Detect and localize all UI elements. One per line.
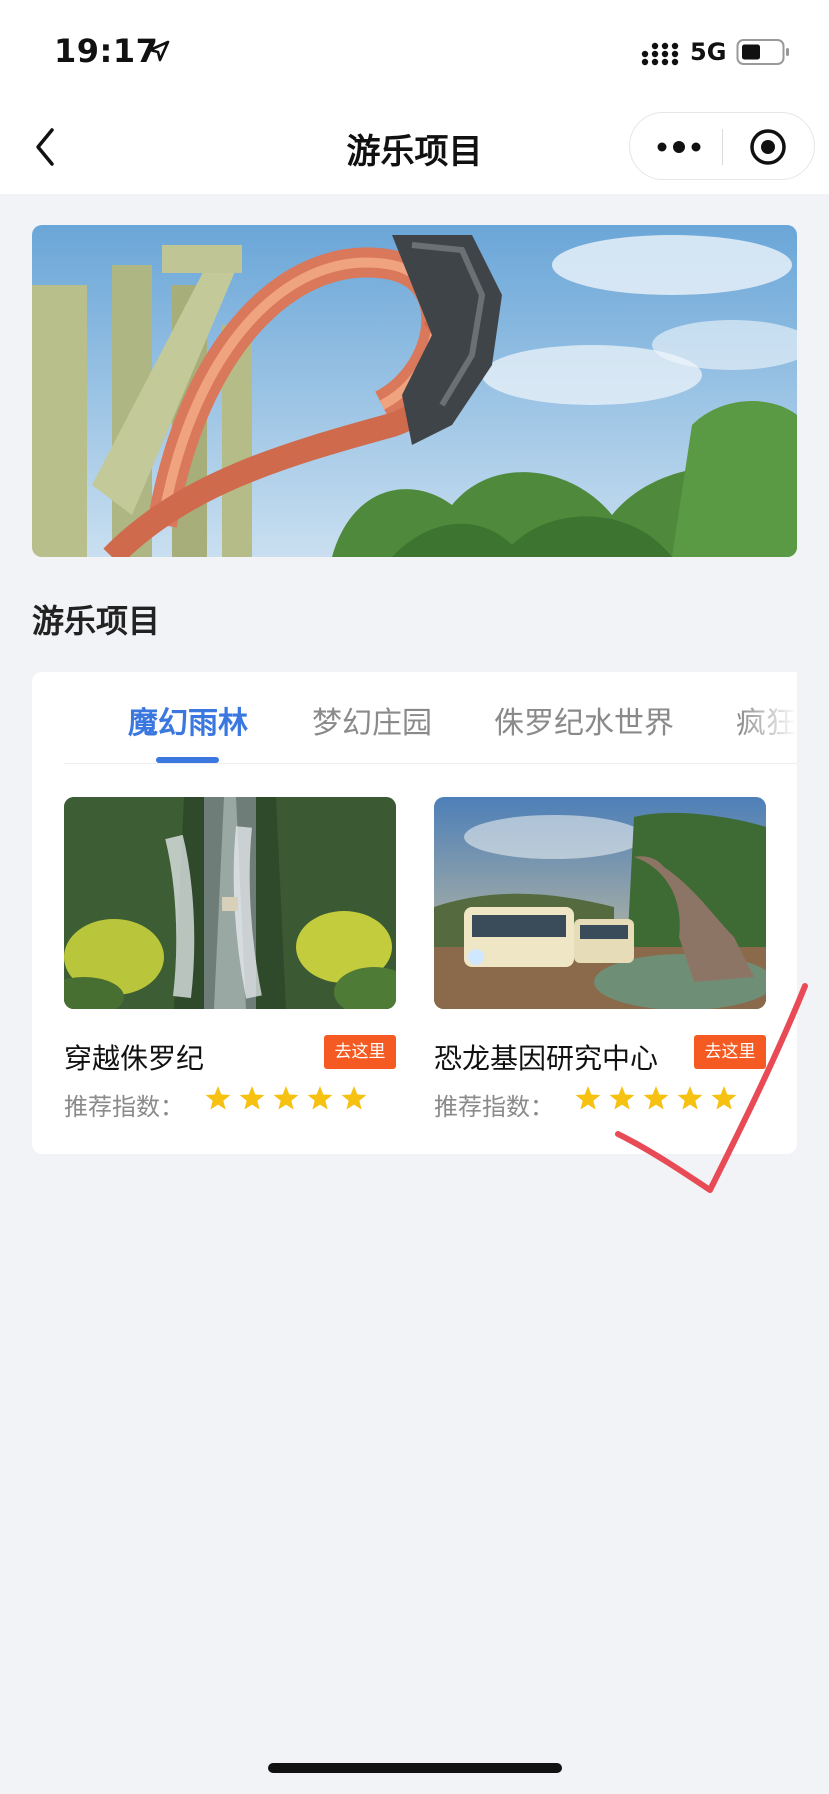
banner-image[interactable] (32, 225, 797, 557)
mini-program-capsule (629, 112, 815, 180)
checkmark-annotation (615, 983, 808, 1193)
tab-dream-manor[interactable]: 梦幻庄园 (312, 698, 432, 742)
star-icon (341, 1086, 367, 1110)
attraction-image[interactable] (434, 797, 766, 1009)
capsule-divider (722, 129, 723, 165)
water-ride-illustration (64, 797, 396, 1009)
go-here-button[interactable]: 去这里 (324, 1035, 396, 1069)
home-indicator (268, 1763, 562, 1773)
status-time: 19:17 (54, 32, 159, 70)
battery-icon (736, 39, 789, 65)
category-tabs: 魔幻雨林 梦幻庄园 侏罗纪水世界 疯狂 (64, 672, 797, 764)
section-title: 游乐项目 (32, 602, 161, 640)
roller-coaster-illustration (32, 225, 797, 557)
signal-icon (641, 42, 679, 66)
active-tab-indicator (156, 757, 219, 763)
status-bar: 19:17 5G (0, 0, 829, 100)
rating-stars (205, 1086, 367, 1110)
network-type: 5G (690, 38, 727, 66)
star-icon (273, 1086, 299, 1110)
star-icon (205, 1086, 231, 1110)
attraction-name: 穿越侏罗纪 (64, 1042, 205, 1075)
recommend-label: 推荐指数： (434, 1093, 554, 1121)
more-icon[interactable] (650, 125, 708, 169)
dinosaur-tram-illustration (434, 797, 766, 1009)
tabs-fade (737, 672, 797, 763)
tab-magic-rainforest[interactable]: 魔幻雨林 (128, 698, 248, 742)
recommend-label: 推荐指数： (64, 1093, 184, 1121)
location-arrow-icon (148, 40, 170, 62)
nav-bar: 游乐项目 (0, 100, 829, 194)
star-icon (575, 1086, 601, 1110)
attraction-image[interactable] (64, 797, 396, 1009)
close-mini-program-icon[interactable] (748, 127, 788, 167)
star-icon (239, 1086, 265, 1110)
star-icon (307, 1086, 333, 1110)
tab-jurassic-water-world[interactable]: 侏罗纪水世界 (494, 698, 674, 742)
